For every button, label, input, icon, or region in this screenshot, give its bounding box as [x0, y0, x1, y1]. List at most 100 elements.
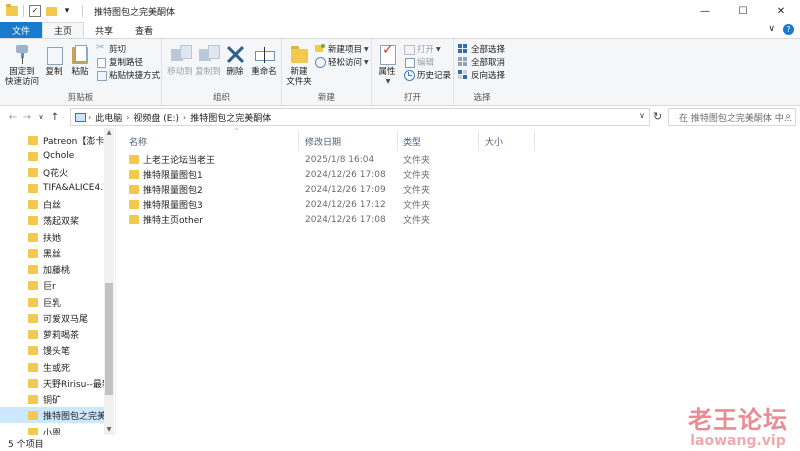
expand-ribbon-button[interactable]: ∨: [768, 24, 775, 35]
tab-view[interactable]: 查看: [124, 22, 164, 38]
table-row[interactable]: 推特限量图包2 2024/12/26 17:09 文件夹: [116, 182, 446, 197]
invert-selection-button[interactable]: 反向选择: [458, 69, 505, 81]
breadcrumb-current-folder[interactable]: 推特图包之完美酮体: [190, 111, 271, 124]
address-dropdown-icon[interactable]: ∨: [639, 111, 645, 120]
refresh-icon[interactable]: ↻: [653, 110, 665, 124]
pin-quick-access-button[interactable]: 固定到 快速访问: [4, 43, 40, 87]
scrollbar-thumb[interactable]: [105, 283, 113, 395]
properties-check-icon[interactable]: ✓: [29, 5, 41, 17]
nav-item[interactable]: 白丝: [0, 196, 104, 212]
scroll-up-icon[interactable]: ▲: [104, 128, 114, 138]
copy-label: 复制: [45, 67, 63, 77]
move-to-button[interactable]: 移动到: [166, 43, 194, 77]
column-header-name[interactable]: 名称: [129, 134, 147, 148]
nav-item[interactable]: 小恩: [0, 424, 104, 435]
minimize-button[interactable]: —: [686, 0, 724, 22]
select-group: 全部选择 全部取消 反向选择 选择: [454, 39, 510, 105]
new-item-button[interactable]: 新建项目 ▼: [315, 43, 369, 55]
rename-button[interactable]: 重命名: [250, 43, 278, 77]
select-none-button[interactable]: 全部取消: [458, 56, 505, 68]
column-header-type[interactable]: 类型: [403, 134, 421, 148]
open-button[interactable]: 打开 ▼: [404, 43, 441, 55]
tab-file[interactable]: 文件: [0, 22, 43, 38]
easy-access-button[interactable]: 轻松访问 ▼: [315, 56, 369, 68]
column-header-size[interactable]: 大小: [485, 134, 503, 148]
nav-item[interactable]: TIFA&ALICE4.7z: [0, 180, 104, 196]
quick-new-folder-button[interactable]: [45, 5, 57, 17]
nav-item[interactable]: Q花火: [0, 164, 104, 180]
paste-button[interactable]: 粘贴: [68, 43, 92, 77]
tab-home[interactable]: 主页: [42, 22, 85, 38]
properties-dropdown-icon: ▼: [385, 78, 391, 85]
nav-item-label: 黑丝: [43, 249, 62, 260]
nav-item[interactable]: 巨r: [0, 277, 104, 293]
column-divider[interactable]: [298, 131, 299, 151]
tab-share[interactable]: 共享: [84, 22, 124, 38]
nav-item[interactable]: 巨乳: [0, 294, 104, 310]
move-to-icon: [169, 43, 192, 65]
recent-locations-button[interactable]: ∨: [34, 108, 48, 126]
search-box[interactable]: 在 推特图包之完美酮体 中... ⌕: [668, 108, 796, 126]
file-type: 文件夹: [403, 156, 431, 166]
folder-app-icon: [6, 4, 18, 16]
nav-item-selected[interactable]: 推特图包之完美酮: [0, 407, 104, 423]
folder-icon: [28, 151, 38, 161]
column-divider[interactable]: [478, 131, 479, 151]
breadcrumb-drive-e[interactable]: 视频盘 (E:): [133, 111, 179, 124]
column-divider[interactable]: [397, 131, 398, 151]
nav-item[interactable]: 可爱双马尾: [0, 310, 104, 326]
address-bar[interactable]: › 此电脑 › 视频盘 (E:) › 推特图包之完美酮体 ∨: [70, 108, 650, 126]
nav-item[interactable]: 扶她: [0, 229, 104, 245]
nav-item[interactable]: 加藤桃: [0, 261, 104, 277]
delete-button[interactable]: 删除: [224, 43, 246, 77]
maximize-button[interactable]: ☐: [724, 0, 762, 22]
help-icon[interactable]: ?: [783, 24, 794, 35]
copy-to-button[interactable]: 复制到: [194, 43, 222, 77]
breadcrumb-this-pc[interactable]: 此电脑: [95, 111, 122, 124]
delete-label: 删除: [226, 67, 244, 77]
close-button[interactable]: ✕: [762, 0, 800, 22]
folder-icon: [28, 345, 38, 355]
select-none-label: 全部取消: [471, 58, 506, 68]
nav-item[interactable]: 黑丝: [0, 245, 104, 261]
nav-item[interactable]: 荡起双桨: [0, 212, 104, 228]
nav-item-label: Patreon【澎卡】: [43, 136, 104, 147]
breadcrumb-separator-icon: ›: [183, 112, 187, 122]
copy-path-label: 复制路径: [109, 58, 144, 68]
table-row[interactable]: 推特限量图包3 2024/12/26 17:12 文件夹: [116, 197, 446, 212]
table-row[interactable]: 推特限量图包1 2024/12/26 17:08 文件夹: [116, 167, 446, 182]
nav-item[interactable]: Qchole: [0, 148, 104, 164]
select-all-button[interactable]: 全部选择: [458, 43, 505, 55]
copy-button[interactable]: 复制: [42, 43, 66, 77]
nav-item[interactable]: 天野Ririsu--最新: [0, 375, 104, 391]
nav-item-label: 可爱双马尾: [43, 314, 89, 325]
nav-scrollbar[interactable]: ▲ ▼: [104, 128, 114, 435]
nav-item[interactable]: 铜矿: [0, 391, 104, 407]
cut-button[interactable]: 剪切: [96, 42, 126, 55]
history-button[interactable]: 历史记录: [404, 69, 451, 81]
nav-item[interactable]: Patreon【澎卡】: [0, 132, 104, 148]
nav-item[interactable]: 生或死: [0, 359, 104, 375]
table-row[interactable]: 上老王论坛当老王 2025/1/8 16:04 文件夹: [116, 152, 446, 167]
properties-button[interactable]: 属性 ▼: [375, 43, 399, 87]
back-button[interactable]: ←: [6, 108, 20, 126]
new-folder-button[interactable]: 新建 文件夹: [286, 43, 312, 87]
file-name: 推特限量图包3: [143, 201, 203, 211]
nav-item[interactable]: 馒头笔: [0, 342, 104, 358]
column-header-modified[interactable]: 修改日期: [305, 134, 341, 148]
scroll-down-icon[interactable]: ▼: [104, 425, 114, 435]
paste-shortcut-button[interactable]: 粘贴快捷方式: [96, 69, 160, 81]
open-icon: [404, 44, 415, 55]
copy-path-button[interactable]: 复制路径: [96, 56, 143, 68]
ribbon-right-controls: ∨ ?: [768, 24, 794, 35]
forward-button[interactable]: →: [20, 108, 34, 126]
quick-access-dropdown[interactable]: ▾: [61, 5, 73, 17]
nav-item-label: 扶她: [43, 233, 62, 244]
nav-item[interactable]: 萝莉喝茶: [0, 326, 104, 342]
up-button[interactable]: ↑: [48, 108, 62, 126]
ribbon-tabs: 文件 主页 共享 查看 ∨ ?: [0, 22, 800, 38]
column-divider[interactable]: [534, 131, 535, 151]
edit-button[interactable]: 编辑: [404, 56, 434, 68]
select-group-label: 选择: [473, 93, 491, 103]
table-row[interactable]: 推特主页other 2024/12/26 17:08 文件夹: [116, 212, 446, 227]
